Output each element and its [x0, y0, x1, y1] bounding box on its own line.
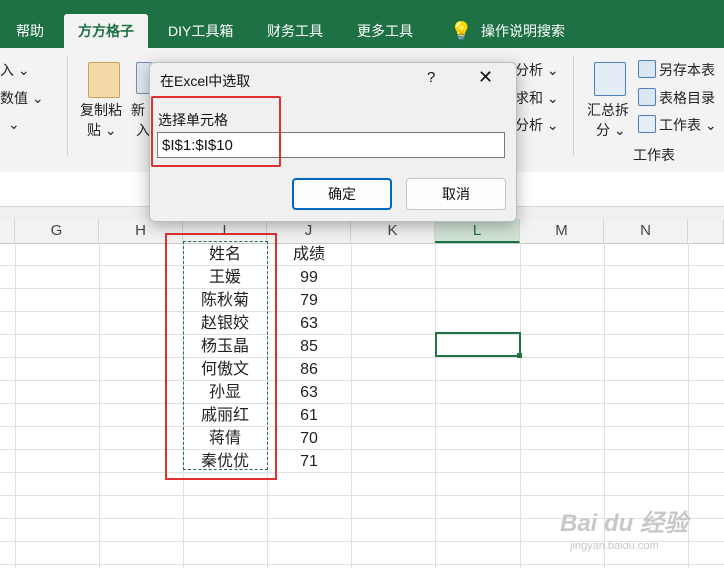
ribbon-item-dropdown[interactable]: ⌄: [8, 116, 20, 133]
grid-line: [0, 311, 724, 312]
grid-line: [15, 243, 16, 568]
ribbon-tab-bar: 帮助 方方格子 DIY工具箱 财务工具 更多工具 💡 操作说明搜索: [0, 14, 724, 48]
cell-j7[interactable]: 63: [267, 381, 351, 404]
column-header-j[interactable]: J: [267, 219, 351, 243]
cell-j2[interactable]: 99: [267, 266, 351, 289]
summary-split-label-2[interactable]: 分 ⌄: [596, 120, 626, 140]
fill-handle[interactable]: [517, 353, 522, 358]
cell-j10[interactable]: 71: [267, 450, 351, 473]
lightbulb-icon: 💡: [450, 21, 473, 41]
ribbon-item-insert[interactable]: 入 ⌄: [0, 60, 30, 80]
tell-me-search[interactable]: 操作说明搜索: [481, 14, 565, 48]
grid-line: [0, 380, 724, 381]
baidu-watermark: Bai du 经验: [560, 510, 689, 537]
grid-line: [0, 564, 724, 565]
ribbon-separator: [573, 56, 574, 156]
grid-line: [0, 334, 724, 335]
tab-more-tools[interactable]: 更多工具: [357, 14, 413, 48]
new-insert-label-2[interactable]: 入: [136, 120, 150, 140]
grid-line: [688, 243, 689, 568]
copy-paste-label-1[interactable]: 复制粘: [80, 100, 122, 120]
dialog-title: 在Excel中选取: [160, 73, 251, 89]
tab-diy-toolbox[interactable]: DIY工具箱: [168, 14, 233, 48]
grid-line: [0, 357, 724, 358]
column-header-n[interactable]: N: [604, 219, 688, 243]
column-header-k[interactable]: K: [351, 219, 435, 243]
grid-line: [0, 403, 724, 404]
grid-line: [0, 265, 724, 266]
worksheet-menu[interactable]: 工作表 ⌄: [659, 115, 717, 135]
grid-line: [351, 243, 352, 568]
tab-finance-tools[interactable]: 财务工具: [267, 14, 323, 48]
ribbon-analysis-1[interactable]: 分析 ⌄: [515, 60, 559, 80]
save-sheet-as[interactable]: 另存本表: [659, 60, 715, 80]
worksheet-icon: [638, 115, 656, 133]
baidu-watermark-url: jingyan.baidu.com: [570, 540, 659, 552]
cell-j4[interactable]: 63: [267, 312, 351, 335]
column-header-m[interactable]: M: [520, 219, 604, 243]
cancel-button[interactable]: 取消: [406, 178, 506, 210]
column-header-row: G H I J K L M N: [0, 219, 724, 244]
paste-icon: [88, 62, 120, 98]
summary-split-label-1[interactable]: 汇总拆: [587, 100, 629, 120]
ribbon-item-value[interactable]: 数值 ⌄: [0, 88, 44, 108]
cell-j8[interactable]: 61: [267, 404, 351, 427]
table-directory-icon: [638, 88, 656, 106]
grid-line: [0, 288, 724, 289]
ribbon-sum[interactable]: 求和 ⌄: [515, 88, 559, 108]
grid-line: [0, 426, 724, 427]
ribbon-separator: [67, 56, 68, 156]
help-icon[interactable]: ?: [427, 69, 435, 86]
title-bar: [0, 0, 724, 14]
summary-split-icon: [594, 62, 626, 96]
grid-line: [520, 243, 521, 568]
grid-line: [0, 495, 724, 496]
new-insert-label-1[interactable]: 新: [131, 100, 145, 120]
grid-line: [435, 243, 436, 568]
cell-j5[interactable]: 85: [267, 335, 351, 358]
column-header-partial[interactable]: [688, 219, 724, 243]
column-header-g[interactable]: G: [15, 219, 99, 243]
cell-j9[interactable]: 70: [267, 427, 351, 450]
close-icon[interactable]: ✕: [478, 67, 493, 88]
tab-fangfangezi[interactable]: 方方格子: [64, 14, 148, 48]
column-header-partial[interactable]: [0, 219, 15, 243]
table-directory[interactable]: 表格目录: [659, 88, 715, 108]
annotation-frame-data: [165, 233, 277, 480]
group-label-worksheet: 工作表: [633, 147, 675, 163]
ok-button[interactable]: 确定: [292, 178, 392, 210]
grid-line: [0, 449, 724, 450]
cell-j1-header[interactable]: 成绩: [267, 243, 351, 266]
cell-j3[interactable]: 79: [267, 289, 351, 312]
grid-line: [99, 243, 100, 568]
cell-j6[interactable]: 86: [267, 358, 351, 381]
column-header-l[interactable]: L: [435, 219, 520, 243]
copy-paste-label-2[interactable]: 贴 ⌄: [87, 120, 117, 140]
annotation-frame-dialog: [151, 96, 281, 167]
tab-help[interactable]: 帮助: [16, 14, 44, 48]
grid-line: [0, 472, 724, 473]
save-sheet-icon: [638, 60, 656, 78]
ribbon-analysis-2[interactable]: 分析 ⌄: [515, 115, 559, 135]
active-cell[interactable]: [435, 332, 521, 357]
